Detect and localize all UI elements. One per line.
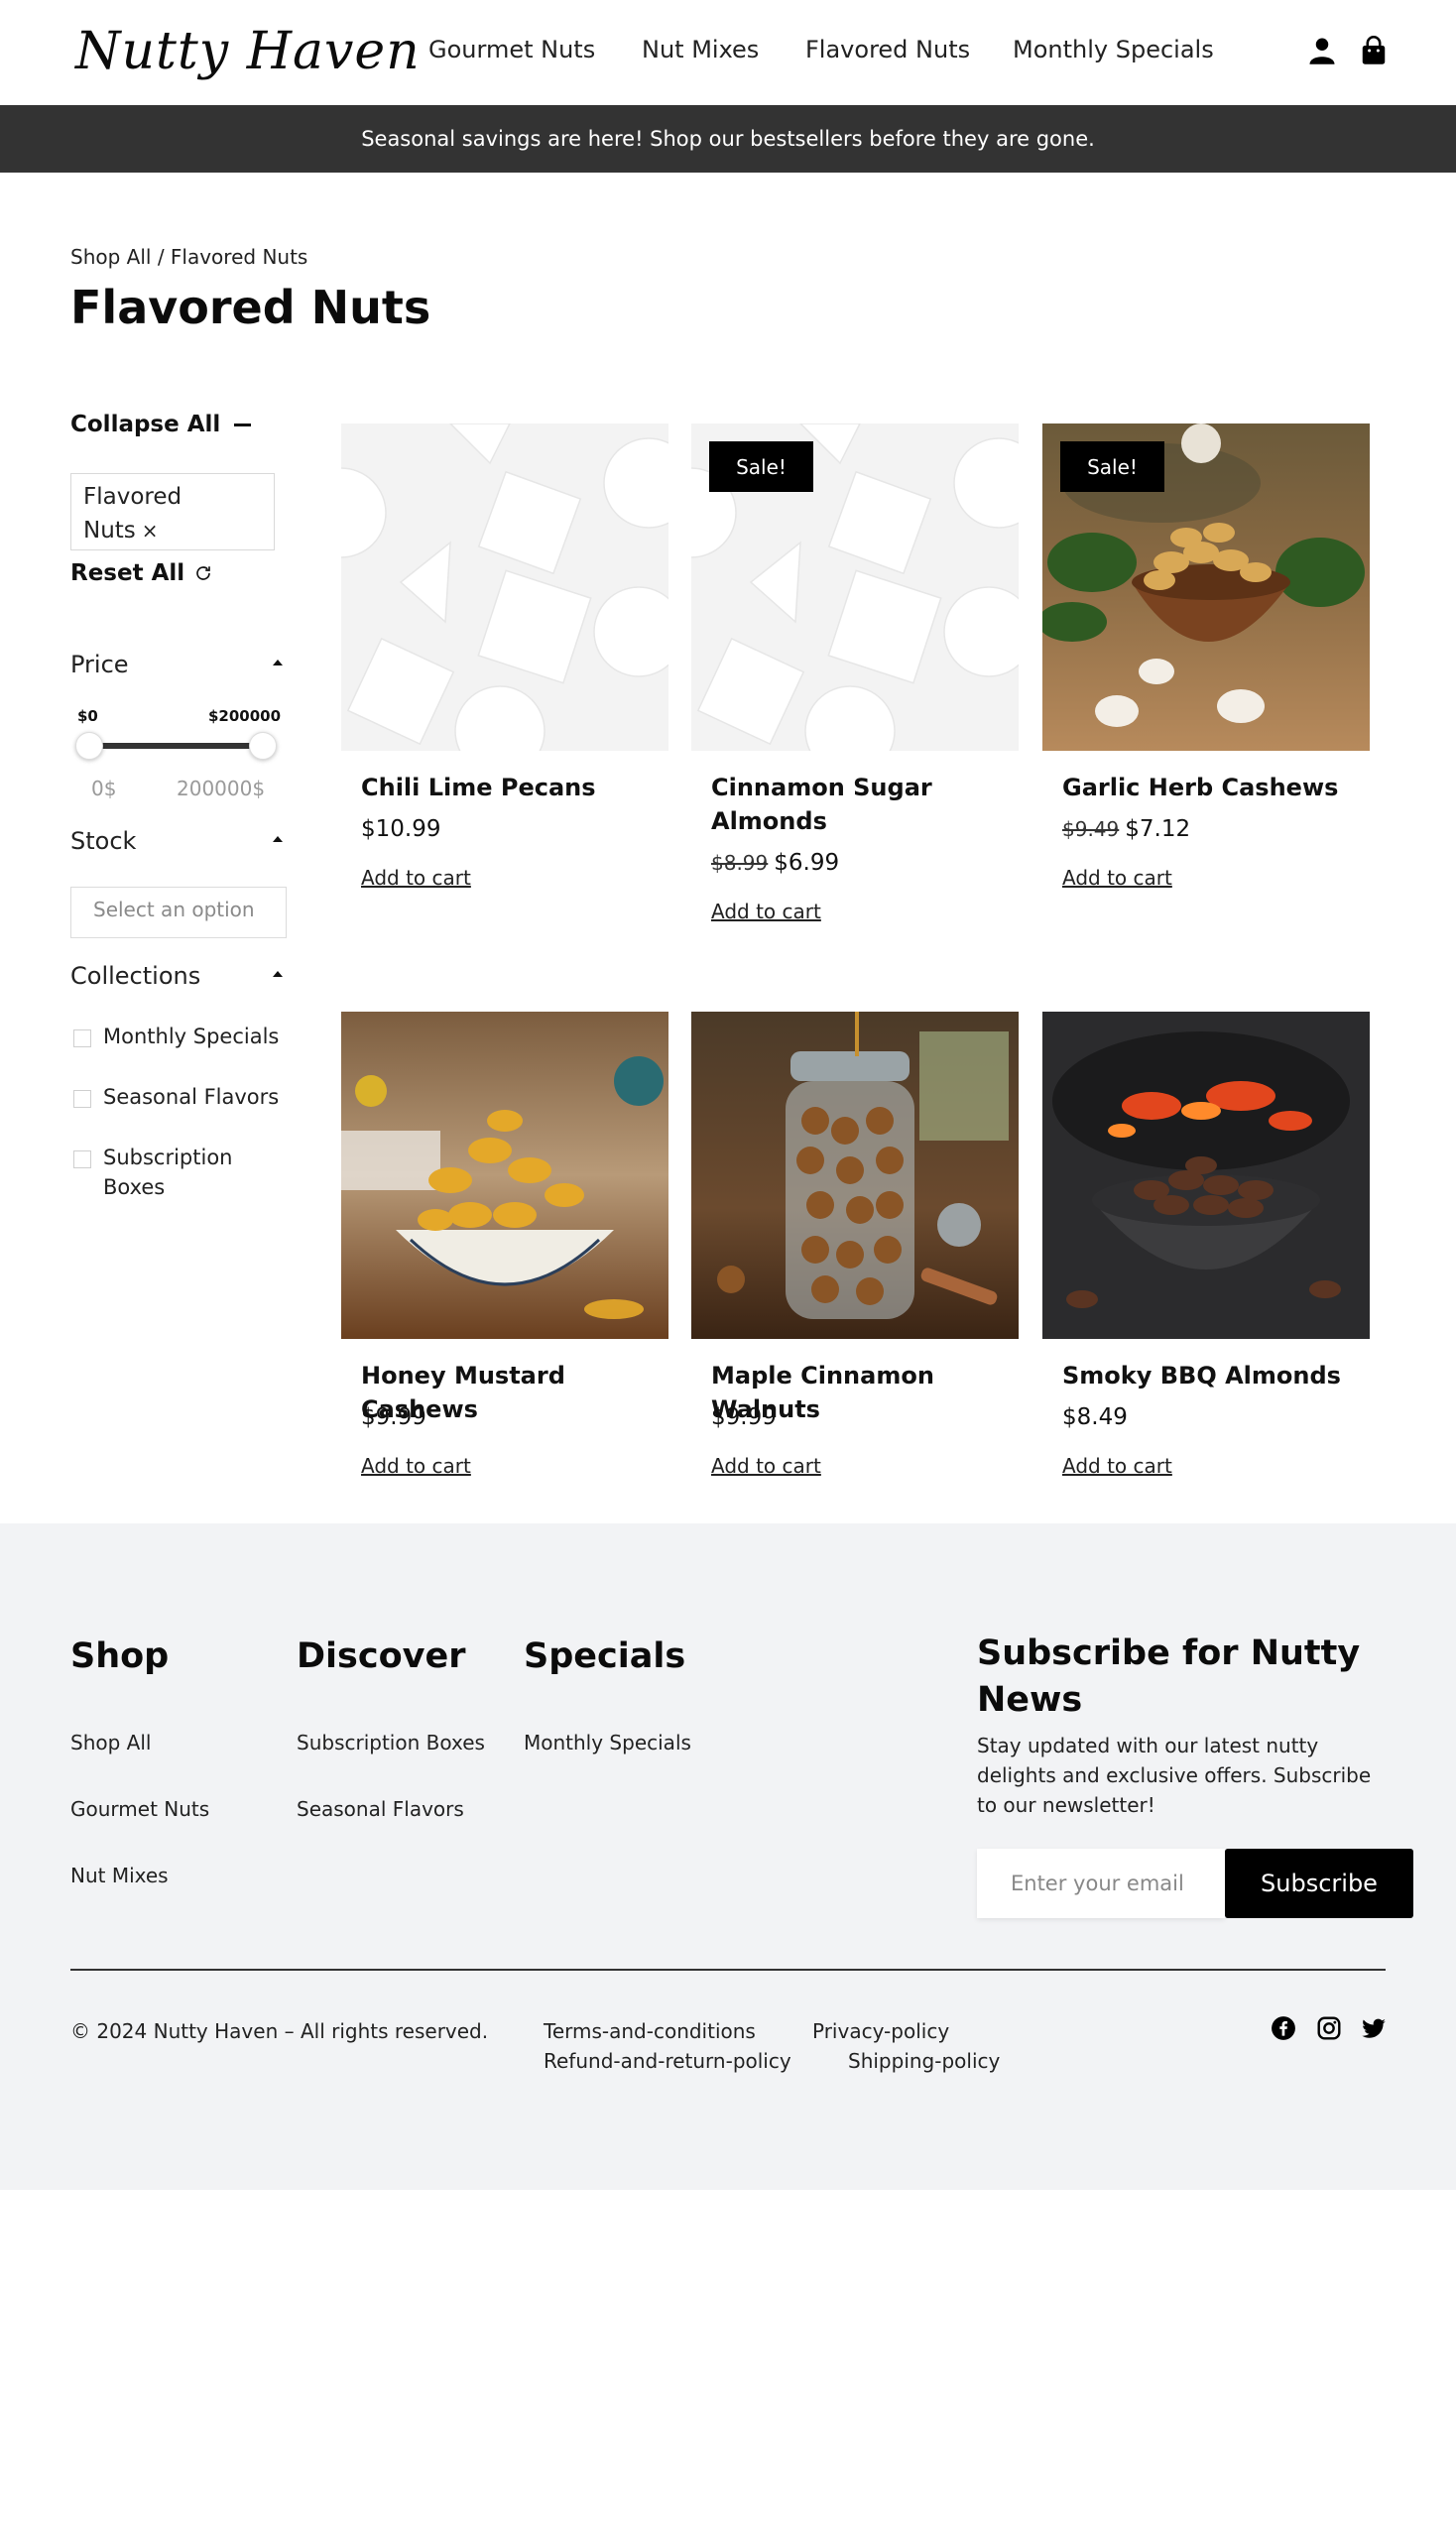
stock-filter-label: Stock [70,827,137,855]
almonds-grill-photo[interactable] [1042,1012,1370,1339]
current-price: $7.12 [1125,816,1191,842]
reset-all-label: Reset All [70,560,185,586]
reset-all-button[interactable]: Reset All [70,560,212,586]
add-to-cart-button[interactable]: Add to cart [1062,866,1172,890]
footer-heading-specials: Specials [524,1636,686,1676]
footer-link-privacy[interactable]: Privacy-policy [812,2019,949,2043]
footer-heading-shop: Shop [70,1636,170,1676]
product-price: $9.49 $7.12 [1062,816,1190,842]
active-filter-chip[interactable]: Flavored Nuts × [70,473,275,550]
twitter-icon[interactable] [1361,2015,1387,2041]
product-name[interactable]: Smoky BBQ Almonds [1062,1359,1370,1392]
subscribe-title: Subscribe for Nutty News [977,1633,1361,1720]
current-price: $6.99 [774,850,840,876]
nav-nut-mixes[interactable]: Nut Mixes [642,36,759,63]
checkbox[interactable] [73,1029,91,1047]
add-to-cart-button[interactable]: Add to cart [711,1454,821,1478]
breadcrumb[interactable]: Shop All / Flavored Nuts [70,245,307,269]
product-name[interactable]: Chili Lime Pecans [361,771,668,804]
instagram-icon[interactable] [1316,2015,1342,2041]
old-price: $8.99 [711,851,769,875]
current-price: $9.99 [361,1404,426,1430]
nav-flavored-nuts[interactable]: Flavored Nuts [805,36,970,63]
page-title: Flavored Nuts [70,281,431,334]
price-min-label: $0 [77,707,98,725]
current-price: $8.49 [1062,1404,1128,1430]
collapse-all-label: Collapse All [70,412,221,437]
subscribe-button[interactable]: Subscribe [1225,1849,1413,1918]
nav-monthly-specials[interactable]: Monthly Specials [1013,36,1214,63]
close-icon[interactable]: × [142,519,159,543]
checkbox[interactable] [73,1090,91,1108]
collection-checkbox-subscription-boxes[interactable]: Subscription Boxes [73,1143,282,1202]
email-field[interactable]: Enter your email [977,1849,1225,1918]
footer-link-monthly-specials[interactable]: Monthly Specials [524,1731,691,1754]
product-price: $8.49 [1062,1404,1128,1430]
add-to-cart-button[interactable]: Add to cart [1062,1454,1172,1478]
announcement-text: Seasonal savings are here! Shop our best… [361,127,1095,151]
footer-link-seasonal-flavors[interactable]: Seasonal Flavors [297,1797,464,1821]
site-header: Nutty Haven Gourmet Nuts Nut Mixes Flavo… [0,0,1456,105]
price-max-handle[interactable] [249,732,277,760]
footer-link-gourmet-nuts[interactable]: Gourmet Nuts [70,1797,209,1821]
copyright-text: © 2024 Nutty Haven – All rights reserved… [70,2019,489,2043]
nav-gourmet-nuts[interactable]: Gourmet Nuts [428,36,595,63]
footer-link-refund[interactable]: Refund-and-return-policy [544,2049,791,2073]
stock-select[interactable]: Select an option [70,887,287,938]
active-filter-label: Flavored Nuts [83,484,182,544]
price-min-handle[interactable] [75,732,103,760]
price-range-track[interactable] [88,743,263,749]
add-to-cart-button[interactable]: Add to cart [361,866,471,890]
sale-badge: Sale! [709,441,813,492]
collapse-all-button[interactable]: Collapse All [70,412,252,437]
price-filter-header[interactable]: Price [70,651,291,678]
price-min-value: 0$ [91,777,117,800]
current-price: $9.99 [711,1404,777,1430]
product-price: $9.99 [711,1404,777,1430]
price-filter-label: Price [70,651,129,678]
product-name[interactable]: Cinnamon Sugar Almonds [711,771,1019,838]
footer-link-nut-mixes[interactable]: Nut Mixes [70,1864,169,1887]
footer-link-shop-all[interactable]: Shop All [70,1731,151,1754]
collection-checkbox-monthly-specials[interactable]: Monthly Specials [73,1022,292,1051]
footer-link-subscription-boxes[interactable]: Subscription Boxes [297,1731,485,1754]
add-to-cart-button[interactable]: Add to cart [361,1454,471,1478]
subscribe-description: Stay updated with our latest nutty delig… [977,1734,1372,1817]
placeholder-image[interactable] [341,423,668,751]
collection-checkbox-seasonal-flavors[interactable]: Seasonal Flavors [73,1082,292,1112]
price-max-label: $200000 [208,707,282,725]
user-icon[interactable] [1307,36,1337,65]
footer-divider [70,1969,1386,1971]
price-max-value: 200000$ [177,777,266,800]
facebook-icon[interactable] [1271,2015,1296,2041]
chevron-up-icon [273,971,283,977]
chevron-up-icon [273,836,283,842]
sale-badge: Sale! [1060,441,1164,492]
minus-icon [234,423,252,426]
old-price: $9.49 [1062,817,1120,841]
checkbox[interactable] [73,1150,91,1168]
current-price: $10.99 [361,816,441,842]
product-price: $8.99 $6.99 [711,850,839,876]
add-to-cart-button[interactable]: Add to cart [711,900,821,923]
footer-link-terms[interactable]: Terms-and-conditions [544,2019,756,2043]
site-logo[interactable]: Nutty Haven [75,22,421,81]
product-price: $9.99 [361,1404,426,1430]
collection-label: Seasonal Flavors [103,1085,280,1109]
shopping-bag-icon[interactable] [1359,36,1389,65]
footer-heading-discover: Discover [297,1636,466,1676]
footer-link-shipping[interactable]: Shipping-policy [848,2049,1000,2073]
stock-filter-header[interactable]: Stock [70,827,291,855]
product-price: $10.99 [361,816,440,842]
refresh-icon [196,566,210,580]
announcement-bar: Seasonal savings are here! Shop our best… [0,105,1456,173]
collection-label: Subscription Boxes [103,1146,233,1199]
product-name[interactable]: Garlic Herb Cashews [1062,771,1370,804]
chevron-up-icon [273,660,283,665]
honey-cashews-bowl-photo[interactable] [341,1012,668,1339]
collections-filter-label: Collections [70,962,201,990]
walnuts-jar-photo[interactable] [691,1012,1019,1339]
collections-filter-header[interactable]: Collections [70,962,291,990]
collection-label: Monthly Specials [103,1025,280,1048]
